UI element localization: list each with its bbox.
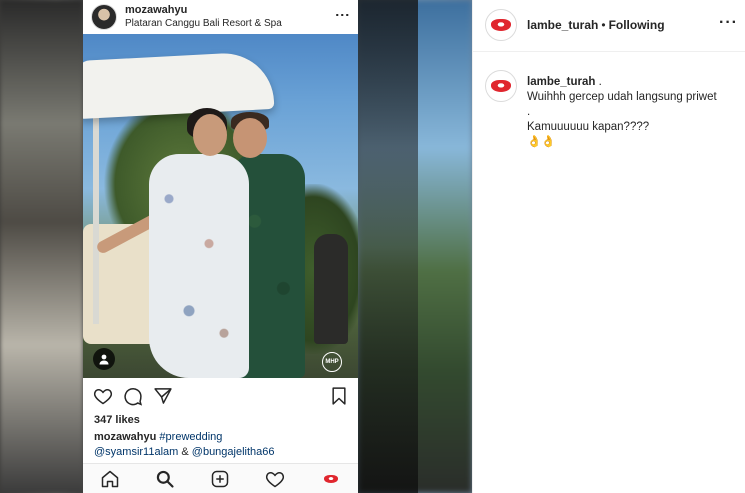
mention-separator: & <box>178 446 192 458</box>
watermark-logo: MHP <box>322 352 342 372</box>
more-options-icon[interactable]: ··· <box>719 14 738 32</box>
comment-emoji-line: 👌👌 <box>527 136 556 148</box>
post-caption: mozawahyu #prewedding <box>94 431 222 443</box>
comment-line: Kamuuuuuu kapan???? <box>527 121 650 133</box>
post-header: lambe_turah • Following ··· <box>473 0 745 52</box>
bookmark-icon <box>332 387 346 405</box>
mention-link: @syamsir11alam <box>94 446 179 458</box>
post-details-panel: lambe_turah • Following ··· lambe_turah . … <box>472 0 745 493</box>
phone-screenshot: mozawahyu Plataran Canggu Bali Resort & … <box>83 0 358 493</box>
comment-icon <box>124 387 143 406</box>
phone-tab-bar <box>83 463 358 493</box>
comment-avatar[interactable] <box>485 70 517 102</box>
comment-line: . <box>527 106 531 118</box>
share-icon <box>154 388 172 404</box>
lips-logo-icon <box>491 80 511 92</box>
post-caption-comment: lambe_turah . Wuihhh gercep udah langsun… <box>527 75 737 150</box>
profile-icon <box>321 469 341 489</box>
media-viewer[interactable]: mozawahyu Plataran Canggu Bali Resort & … <box>0 0 472 493</box>
caption-mentions: @syamsir11alam & @bungajelitha66 <box>94 446 275 458</box>
new-post-icon <box>211 470 229 488</box>
heart-icon <box>93 388 113 405</box>
comment-user-suffix: . <box>595 76 602 88</box>
search-icon <box>156 470 174 488</box>
phone-username: mozawahyu <box>125 4 188 16</box>
activity-heart-icon <box>265 471 285 488</box>
more-options-icon: ⋮ <box>335 8 351 22</box>
post-photo: MHP <box>83 34 358 378</box>
blurred-background-shade <box>358 0 418 493</box>
caption-hashtag: #prewedding <box>159 431 223 443</box>
phone-post-header: mozawahyu Plataran Canggu Bali Resort & … <box>83 0 358 34</box>
comment-username-link[interactable]: lambe_turah <box>527 76 595 88</box>
post-header-info: lambe_turah • Following <box>527 18 665 32</box>
following-button[interactable]: Following <box>609 18 665 32</box>
mention-link: @bungajelitha66 <box>191 446 275 458</box>
avatar <box>91 4 117 30</box>
comment-line: Wuihhh gercep udah langsung priwet <box>527 91 717 103</box>
golf-cart-roof <box>83 50 275 120</box>
home-icon <box>101 470 119 488</box>
header-separator: • <box>601 18 606 32</box>
post-username-link[interactable]: lambe_turah <box>527 18 598 32</box>
avatar[interactable] <box>485 9 517 41</box>
lips-logo-icon <box>491 19 511 31</box>
likes-count: 347 likes <box>94 414 140 426</box>
phone-location: Plataran Canggu Bali Resort & Spa <box>125 18 282 29</box>
blurred-background-left <box>0 0 83 493</box>
user-tag-icon <box>93 348 115 370</box>
post-actions <box>83 382 358 410</box>
caption-username: mozawahyu <box>94 431 157 443</box>
